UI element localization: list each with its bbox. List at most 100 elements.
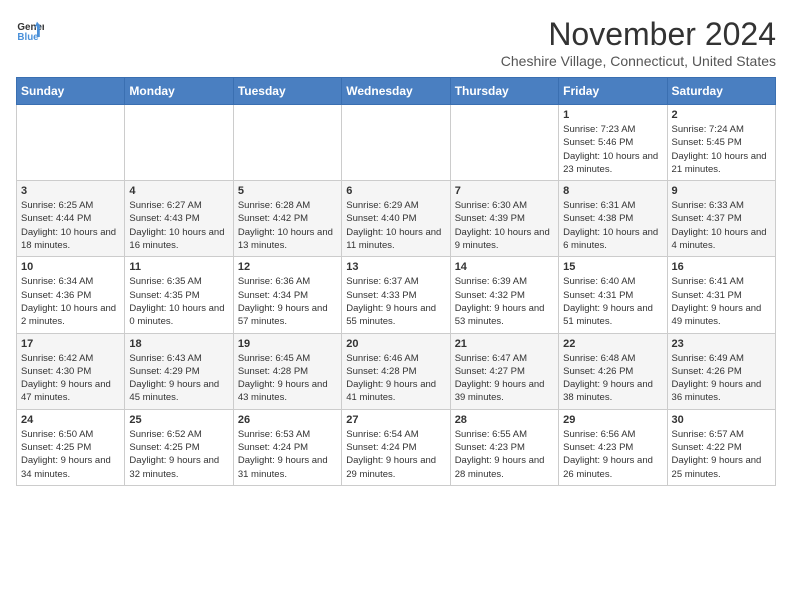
day-info: Sunrise: 6:43 AM Sunset: 4:29 PM Dayligh…: [129, 352, 228, 405]
day-info: Sunrise: 6:45 AM Sunset: 4:28 PM Dayligh…: [238, 352, 337, 405]
weekday-header-tuesday: Tuesday: [233, 78, 341, 105]
day-info: Sunrise: 6:37 AM Sunset: 4:33 PM Dayligh…: [346, 275, 445, 328]
calendar-cell: 8Sunrise: 6:31 AM Sunset: 4:38 PM Daylig…: [559, 181, 667, 257]
day-number: 10: [21, 261, 120, 273]
day-info: Sunrise: 6:41 AM Sunset: 4:31 PM Dayligh…: [672, 275, 771, 328]
day-number: 13: [346, 261, 445, 273]
calendar-cell: 29 Sunrise: 6:56 AM Sunset: 4:23 PM Dayli…: [559, 409, 667, 485]
weekday-header-friday: Friday: [559, 78, 667, 105]
calendar-cell: 14Sunrise: 6:39 AM Sunset: 4:32 PM Dayli…: [450, 257, 558, 333]
day-number: 5: [238, 185, 337, 197]
day-info: Sunrise: 7:24 AM Sunset: 5:45 PM Dayligh…: [672, 123, 771, 176]
day-number: 26: [238, 414, 337, 426]
day-info: Sunrise: 6:25 AM Sunset: 4:44 PM Dayligh…: [21, 199, 120, 252]
day-number: 19: [238, 338, 337, 350]
week-row-4: 24Sunrise: 6:50 AM Sunset: 4:25 PM Dayli…: [17, 409, 776, 485]
weekday-header-sunday: Sunday: [17, 78, 125, 105]
calendar-cell: 11 Sunrise: 6:35 AM Sunset: 4:35 PM Dayli…: [125, 257, 233, 333]
day-number: 9: [672, 185, 771, 197]
day-info: Sunrise: 6:40 AM Sunset: 4:31 PM Dayligh…: [563, 275, 662, 328]
calendar-cell: [17, 105, 125, 181]
weekday-header-saturday: Saturday: [667, 78, 775, 105]
calendar-cell: [342, 105, 450, 181]
day-info: Sunrise: 7:23 AM Sunset: 5:46 PM Dayligh…: [563, 123, 662, 176]
day-info: Sunrise: 6:46 AM Sunset: 4:28 PM Dayligh…: [346, 352, 445, 405]
month-title: November 2024: [501, 16, 776, 53]
calendar-cell: 28 Sunrise: 6:55 AM Sunset: 4:23 PM Dayli…: [450, 409, 558, 485]
day-number: 30: [672, 414, 771, 426]
location: Cheshire Village, Connecticut, United St…: [501, 53, 776, 69]
calendar-cell: 16 Sunrise: 6:41 AM Sunset: 4:31 PM Dayli…: [667, 257, 775, 333]
svg-text:Blue: Blue: [17, 32, 39, 43]
calendar-cell: 1 Sunrise: 7:23 AM Sunset: 5:46 PM Daylig…: [559, 105, 667, 181]
calendar: SundayMondayTuesdayWednesdayThursdayFrid…: [16, 77, 776, 486]
day-info: Sunrise: 6:54 AM Sunset: 4:24 PM Dayligh…: [346, 428, 445, 481]
day-number: 3: [21, 185, 120, 197]
day-number: 8: [563, 185, 662, 197]
calendar-cell: 9 Sunrise: 6:33 AM Sunset: 4:37 PM Daylig…: [667, 181, 775, 257]
week-row-0: 1 Sunrise: 7:23 AM Sunset: 5:46 PM Daylig…: [17, 105, 776, 181]
day-number: 22: [563, 338, 662, 350]
day-info: Sunrise: 6:50 AM Sunset: 4:25 PM Dayligh…: [21, 428, 120, 481]
calendar-cell: 10 Sunrise: 6:34 AM Sunset: 4:36 PM Dayli…: [17, 257, 125, 333]
calendar-cell: [125, 105, 233, 181]
day-number: 27: [346, 414, 445, 426]
day-info: Sunrise: 6:56 AM Sunset: 4:23 PM Dayligh…: [563, 428, 662, 481]
calendar-cell: 25 Sunrise: 6:52 AM Sunset: 4:25 PM Dayli…: [125, 409, 233, 485]
day-info: Sunrise: 6:48 AM Sunset: 4:26 PM Dayligh…: [563, 352, 662, 405]
calendar-cell: 18Sunrise: 6:43 AM Sunset: 4:29 PM Dayli…: [125, 333, 233, 409]
weekday-header-monday: Monday: [125, 78, 233, 105]
calendar-cell: 22 Sunrise: 6:48 AM Sunset: 4:26 PM Dayli…: [559, 333, 667, 409]
day-number: 12: [238, 261, 337, 273]
calendar-cell: 30 Sunrise: 6:57 AM Sunset: 4:22 PM Dayli…: [667, 409, 775, 485]
calendar-cell: 23Sunrise: 6:49 AM Sunset: 4:26 PM Dayli…: [667, 333, 775, 409]
day-number: 16: [672, 261, 771, 273]
day-number: 1: [563, 109, 662, 121]
day-number: 11: [129, 261, 228, 273]
calendar-cell: 26Sunrise: 6:53 AM Sunset: 4:24 PM Dayli…: [233, 409, 341, 485]
page-header: General Blue November 2024 Cheshire Vill…: [16, 16, 776, 69]
day-info: Sunrise: 6:33 AM Sunset: 4:37 PM Dayligh…: [672, 199, 771, 252]
day-number: 17: [21, 338, 120, 350]
calendar-cell: 15Sunrise: 6:40 AM Sunset: 4:31 PM Dayli…: [559, 257, 667, 333]
calendar-cell: 20Sunrise: 6:46 AM Sunset: 4:28 PM Dayli…: [342, 333, 450, 409]
logo-icon: General Blue: [16, 16, 44, 44]
calendar-cell: 3 Sunrise: 6:25 AM Sunset: 4:44 PM Daylig…: [17, 181, 125, 257]
day-number: 7: [455, 185, 554, 197]
day-number: 25: [129, 414, 228, 426]
calendar-cell: 6 Sunrise: 6:29 AM Sunset: 4:40 PM Daylig…: [342, 181, 450, 257]
calendar-cell: 7 Sunrise: 6:30 AM Sunset: 4:39 PM Daylig…: [450, 181, 558, 257]
day-number: 2: [672, 109, 771, 121]
day-info: Sunrise: 6:30 AM Sunset: 4:39 PM Dayligh…: [455, 199, 554, 252]
day-info: Sunrise: 6:27 AM Sunset: 4:43 PM Dayligh…: [129, 199, 228, 252]
day-info: Sunrise: 6:28 AM Sunset: 4:42 PM Dayligh…: [238, 199, 337, 252]
calendar-cell: 27 Sunrise: 6:54 AM Sunset: 4:24 PM Dayli…: [342, 409, 450, 485]
calendar-cell: 12Sunrise: 6:36 AM Sunset: 4:34 PM Dayli…: [233, 257, 341, 333]
calendar-cell: 24Sunrise: 6:50 AM Sunset: 4:25 PM Dayli…: [17, 409, 125, 485]
day-info: Sunrise: 6:55 AM Sunset: 4:23 PM Dayligh…: [455, 428, 554, 481]
day-info: Sunrise: 6:52 AM Sunset: 4:25 PM Dayligh…: [129, 428, 228, 481]
day-info: Sunrise: 6:47 AM Sunset: 4:27 PM Dayligh…: [455, 352, 554, 405]
calendar-cell: 2 Sunrise: 7:24 AM Sunset: 5:45 PM Daylig…: [667, 105, 775, 181]
calendar-cell: 5 Sunrise: 6:28 AM Sunset: 4:42 PM Daylig…: [233, 181, 341, 257]
day-number: 28: [455, 414, 554, 426]
day-info: Sunrise: 6:42 AM Sunset: 4:30 PM Dayligh…: [21, 352, 120, 405]
week-row-3: 17 Sunrise: 6:42 AM Sunset: 4:30 PM Dayli…: [17, 333, 776, 409]
weekday-header-row: SundayMondayTuesdayWednesdayThursdayFrid…: [17, 78, 776, 105]
week-row-1: 3 Sunrise: 6:25 AM Sunset: 4:44 PM Daylig…: [17, 181, 776, 257]
day-number: 21: [455, 338, 554, 350]
day-info: Sunrise: 6:34 AM Sunset: 4:36 PM Dayligh…: [21, 275, 120, 328]
day-number: 4: [129, 185, 228, 197]
calendar-cell: [450, 105, 558, 181]
day-info: Sunrise: 6:57 AM Sunset: 4:22 PM Dayligh…: [672, 428, 771, 481]
calendar-cell: 13 Sunrise: 6:37 AM Sunset: 4:33 PM Dayli…: [342, 257, 450, 333]
day-number: 23: [672, 338, 771, 350]
title-area: November 2024 Cheshire Village, Connecti…: [501, 16, 776, 69]
day-info: Sunrise: 6:35 AM Sunset: 4:35 PM Dayligh…: [129, 275, 228, 328]
calendar-cell: 4 Sunrise: 6:27 AM Sunset: 4:43 PM Daylig…: [125, 181, 233, 257]
calendar-cell: 21 Sunrise: 6:47 AM Sunset: 4:27 PM Dayli…: [450, 333, 558, 409]
calendar-cell: 19 Sunrise: 6:45 AM Sunset: 4:28 PM Dayli…: [233, 333, 341, 409]
day-info: Sunrise: 6:29 AM Sunset: 4:40 PM Dayligh…: [346, 199, 445, 252]
day-number: 29: [563, 414, 662, 426]
day-number: 6: [346, 185, 445, 197]
